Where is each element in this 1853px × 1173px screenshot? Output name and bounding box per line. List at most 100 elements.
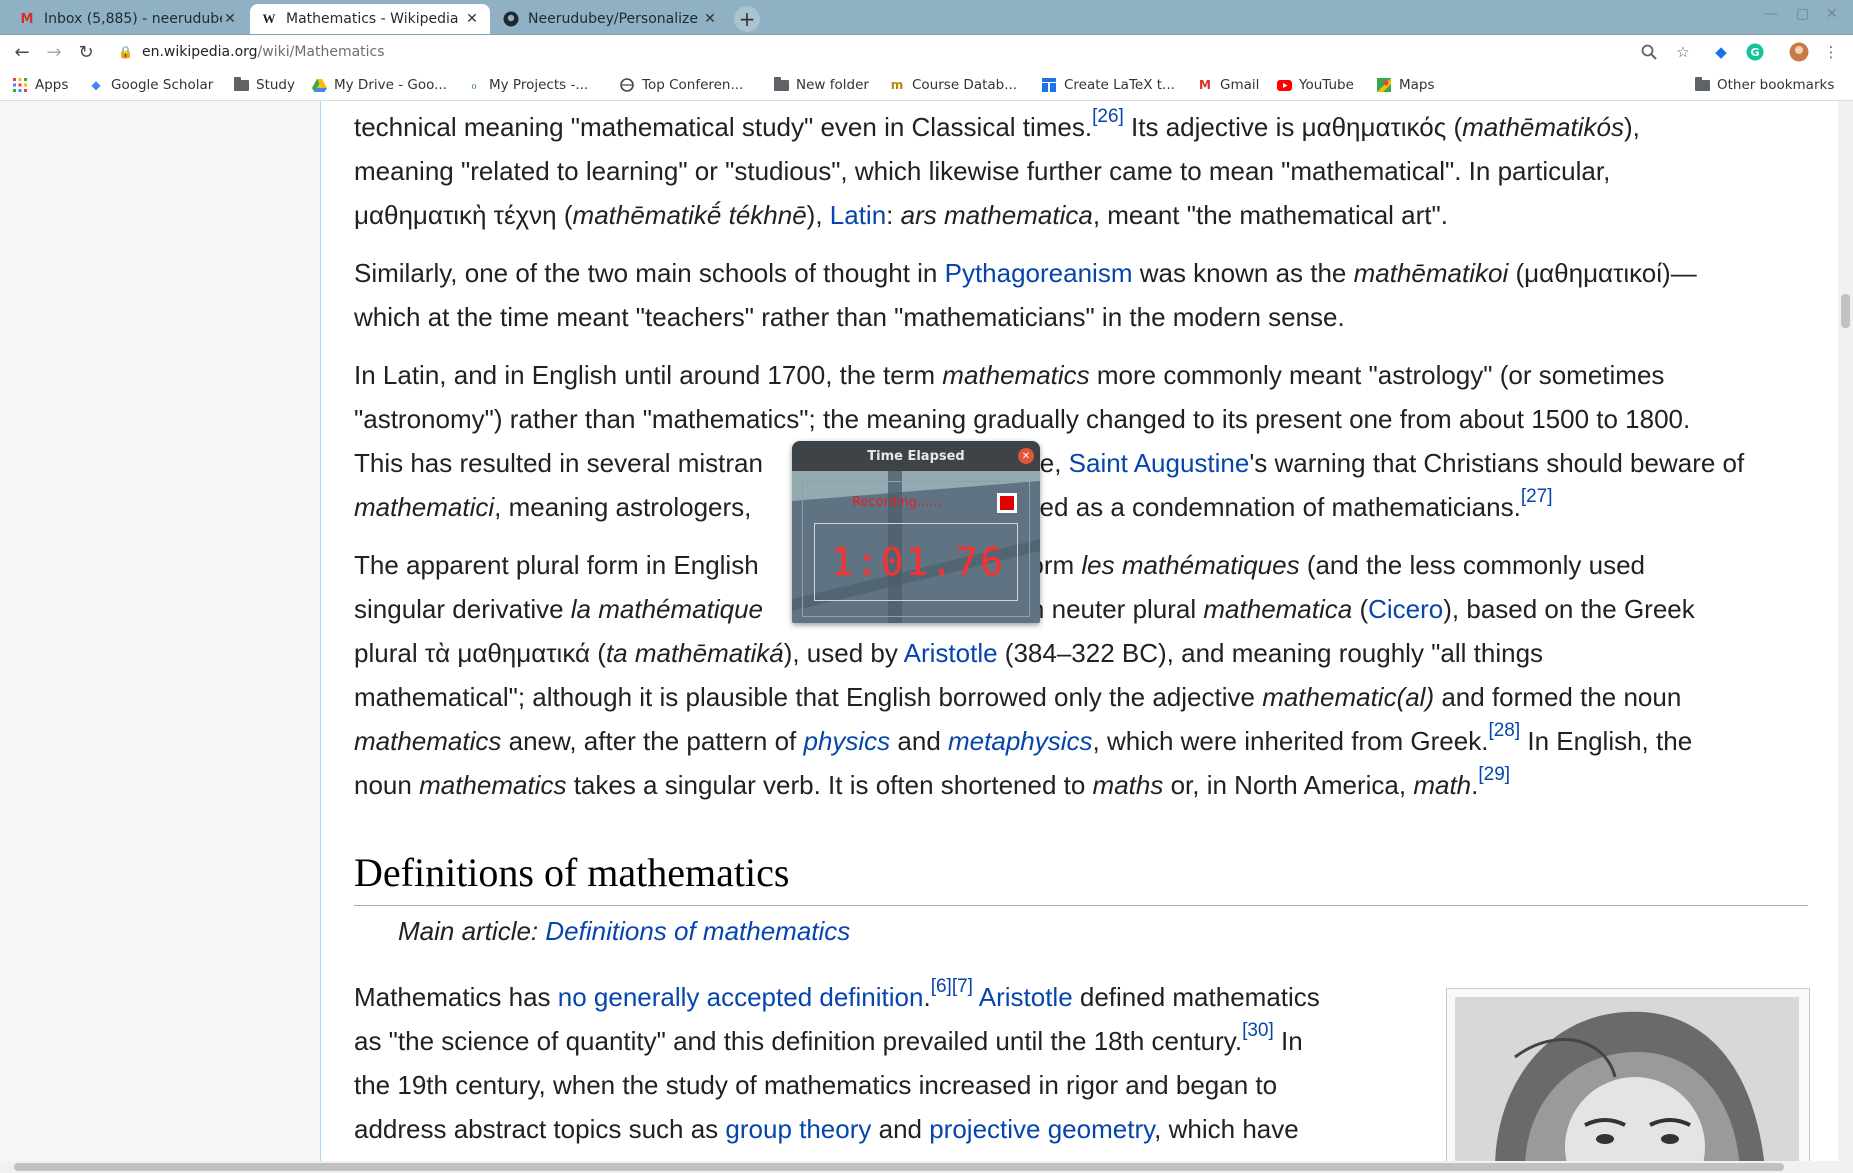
text: , which were inherited from Greek. xyxy=(1092,726,1489,756)
bookmark-my-projects[interactable]: ℴ My Projects -... xyxy=(466,75,588,95)
text: the 19th century, when the study of math… xyxy=(354,1070,1278,1100)
bookmark-youtube[interactable]: YouTube xyxy=(1276,75,1354,95)
new-tab-button[interactable]: + xyxy=(734,6,760,32)
bookmark-new-folder[interactable]: New folder xyxy=(773,75,869,95)
link-saint-augustine[interactable]: Saint Augustine xyxy=(1069,448,1250,478)
citation-link[interactable]: [7] xyxy=(952,976,973,997)
folder-icon xyxy=(233,76,249,93)
text: la mathématique xyxy=(570,594,764,624)
folder-icon xyxy=(1694,76,1710,93)
text: , meaning astrologers, xyxy=(494,492,759,522)
grammarly-icon[interactable]: G xyxy=(1744,41,1766,63)
zoom-icon[interactable] xyxy=(1638,41,1660,63)
text: . xyxy=(923,982,931,1012)
text: , which have xyxy=(1154,1114,1299,1144)
link-metaphysics[interactable]: metaphysics xyxy=(948,726,1093,756)
reload-icon[interactable]: ↻ xyxy=(74,40,98,64)
text: 's warning that Christians should beware… xyxy=(1249,448,1745,478)
tab-github[interactable]: Neerudubey/Personalize ✕ xyxy=(492,4,728,34)
citation-link[interactable]: [28] xyxy=(1488,720,1520,741)
bookmark-google-scholar[interactable]: ◆ Google Scholar xyxy=(88,75,213,95)
bookmark-label: My Drive - Goo... xyxy=(334,77,447,93)
timer-close-icon[interactable]: ✕ xyxy=(1018,448,1034,464)
wikipedia-icon: W xyxy=(262,11,276,26)
address-bar[interactable]: 🔒 en.wikipedia.org/wiki/Mathematics xyxy=(118,39,385,65)
citation-link[interactable]: [29] xyxy=(1478,764,1510,785)
link-cicero[interactable]: Cicero xyxy=(1368,594,1443,624)
horizontal-scrollbar[interactable] xyxy=(0,1161,1853,1173)
link-aristotle[interactable]: Aristotle xyxy=(979,982,1073,1012)
minimize-icon[interactable]: — xyxy=(1764,6,1778,22)
text: mathematici xyxy=(354,492,495,522)
bookmark-course-database[interactable]: m Course Datab... xyxy=(889,75,1017,95)
course-icon: m xyxy=(890,78,904,92)
text: In English, the xyxy=(1520,726,1693,756)
text: (μαθηματικοί)— xyxy=(1508,258,1697,288)
citation-link[interactable]: [26] xyxy=(1092,106,1124,127)
close-icon[interactable]: ✕ xyxy=(702,11,718,27)
tab-inbox[interactable]: M Inbox (5,885) - neerudube ✕ xyxy=(8,4,248,34)
time-elapsed-window[interactable]: Time Elapsed ✕ Recording...... 1:01.76 xyxy=(792,441,1040,623)
close-icon[interactable]: ✕ xyxy=(222,11,238,27)
maps-icon xyxy=(1376,77,1392,93)
bookmark-gmail[interactable]: M Gmail xyxy=(1197,75,1259,95)
text: and xyxy=(890,726,949,756)
text: "astronomy") rather than "mathematics"; … xyxy=(354,404,1691,434)
citation-link[interactable]: [6] xyxy=(931,976,952,997)
stop-recording-button[interactable] xyxy=(997,493,1017,513)
text: les mathématiques xyxy=(1081,550,1300,580)
text: plural τὰ μαθηματικά ( xyxy=(354,638,606,668)
link-group-theory[interactable]: group theory xyxy=(725,1114,871,1144)
scholar-extension-icon[interactable]: ◆ xyxy=(1710,41,1732,63)
paragraph-etymology-2: Similarly, one of the two main schools o… xyxy=(354,251,1808,339)
text: In xyxy=(1273,1026,1303,1056)
link-pythagoreanism[interactable]: Pythagoreanism xyxy=(945,258,1133,288)
text: (384–322 BC), and meaning roughly "all t… xyxy=(997,638,1544,668)
text: μαθηματικὴ τέχνη ( xyxy=(354,200,573,230)
window-close-icon[interactable]: ✕ xyxy=(1826,6,1838,22)
maximize-icon[interactable]: ▢ xyxy=(1796,6,1809,22)
bookmark-my-drive[interactable]: My Drive - Goo... xyxy=(311,75,447,95)
tab-wikipedia[interactable]: W Mathematics - Wikipedia ✕ xyxy=(250,4,490,34)
paragraph-etymology-4: The apparent plural form in Englishal fo… xyxy=(354,543,1808,807)
tab-label: Inbox (5,885) - neerudube xyxy=(44,11,222,27)
link-latin[interactable]: Latin xyxy=(830,200,886,230)
portrait-thumbnail[interactable] xyxy=(1446,988,1810,1161)
text: mathematical"; although it is plausible … xyxy=(354,682,1263,712)
bookmark-other-bookmarks[interactable]: Other bookmarks xyxy=(1694,75,1834,95)
back-arrow-icon[interactable]: ← xyxy=(10,40,34,64)
link-aristotle[interactable]: Aristotle xyxy=(904,638,998,668)
text: ), xyxy=(806,200,830,230)
link-projective-geometry[interactable]: projective geometry xyxy=(929,1114,1154,1144)
link-definitions-of-mathematics[interactable]: Definitions of mathematics xyxy=(545,916,850,946)
text: and xyxy=(871,1114,930,1144)
text: more commonly meant "astrology" (or some… xyxy=(1089,360,1665,390)
close-icon[interactable]: ✕ xyxy=(464,11,480,27)
text: Main article: xyxy=(398,916,546,946)
text: mathematics xyxy=(942,360,1090,390)
bookmarks-bar: Apps ◆ Google Scholar Study My Drive - G… xyxy=(0,70,1853,101)
link-no-generally-accepted-definition[interactable]: no generally accepted definition xyxy=(558,982,924,1012)
paragraph-etymology-3: In Latin, and in English until around 17… xyxy=(354,353,1808,529)
bookmark-apps[interactable]: Apps xyxy=(12,75,68,95)
link-physics[interactable]: physics xyxy=(803,726,890,756)
citation-link[interactable]: [30] xyxy=(1242,1020,1274,1041)
bookmark-maps[interactable]: Maps xyxy=(1376,75,1435,95)
bookmark-star-icon[interactable]: ☆ xyxy=(1672,41,1694,63)
web-page: technical meaning "mathematical study" e… xyxy=(0,101,1853,1161)
forward-arrow-icon[interactable]: → xyxy=(42,40,66,64)
bookmark-top-conferences[interactable]: Top Conferen... xyxy=(619,75,743,95)
text: mathēmatikoi xyxy=(1353,258,1509,288)
menu-kebab-icon[interactable]: ⋮ xyxy=(1820,41,1842,63)
bookmark-study[interactable]: Study xyxy=(233,75,295,95)
url-host: en.wikipedia.org xyxy=(142,44,258,60)
citation-link[interactable]: [27] xyxy=(1521,486,1553,507)
vertical-scroll-thumb[interactable] xyxy=(1841,294,1850,328)
youtube-icon xyxy=(1276,77,1292,93)
bookmark-create-latex[interactable]: Create LaTeX t... xyxy=(1041,75,1175,95)
text: maths xyxy=(1092,770,1164,800)
vertical-scrollbar[interactable] xyxy=(1838,101,1853,1161)
avatar[interactable] xyxy=(1788,41,1810,63)
elapsed-time-display: 1:01.76 xyxy=(814,523,1018,601)
horizontal-scroll-thumb[interactable] xyxy=(14,1163,1784,1171)
